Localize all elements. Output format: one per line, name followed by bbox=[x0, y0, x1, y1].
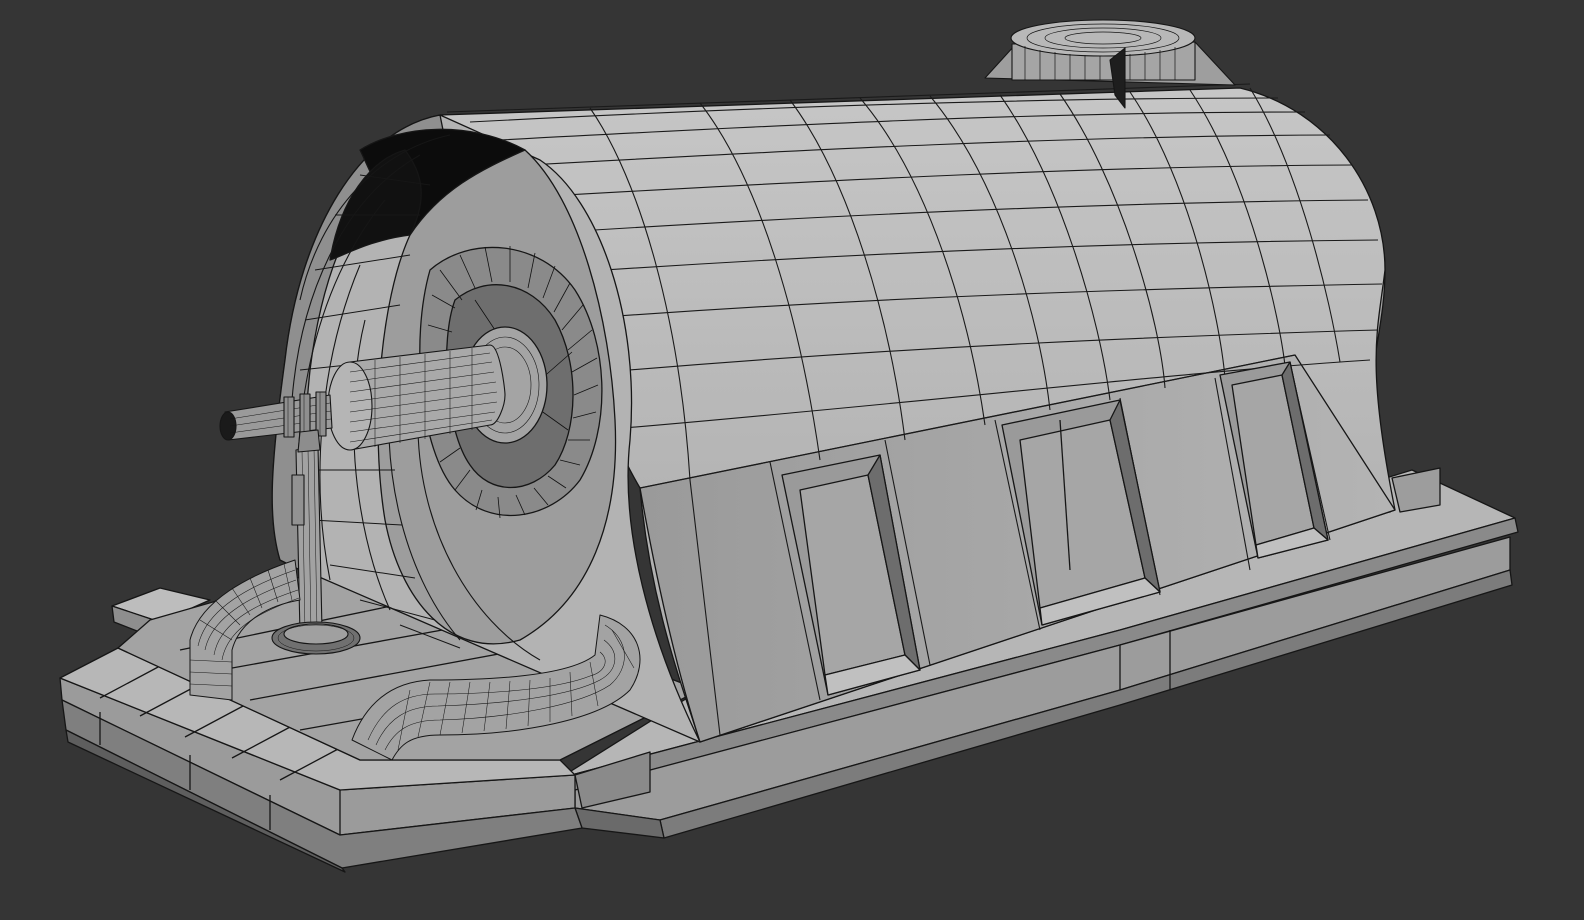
generator-model bbox=[59, 19, 1519, 873]
viewport-3d[interactable] bbox=[0, 0, 1584, 920]
